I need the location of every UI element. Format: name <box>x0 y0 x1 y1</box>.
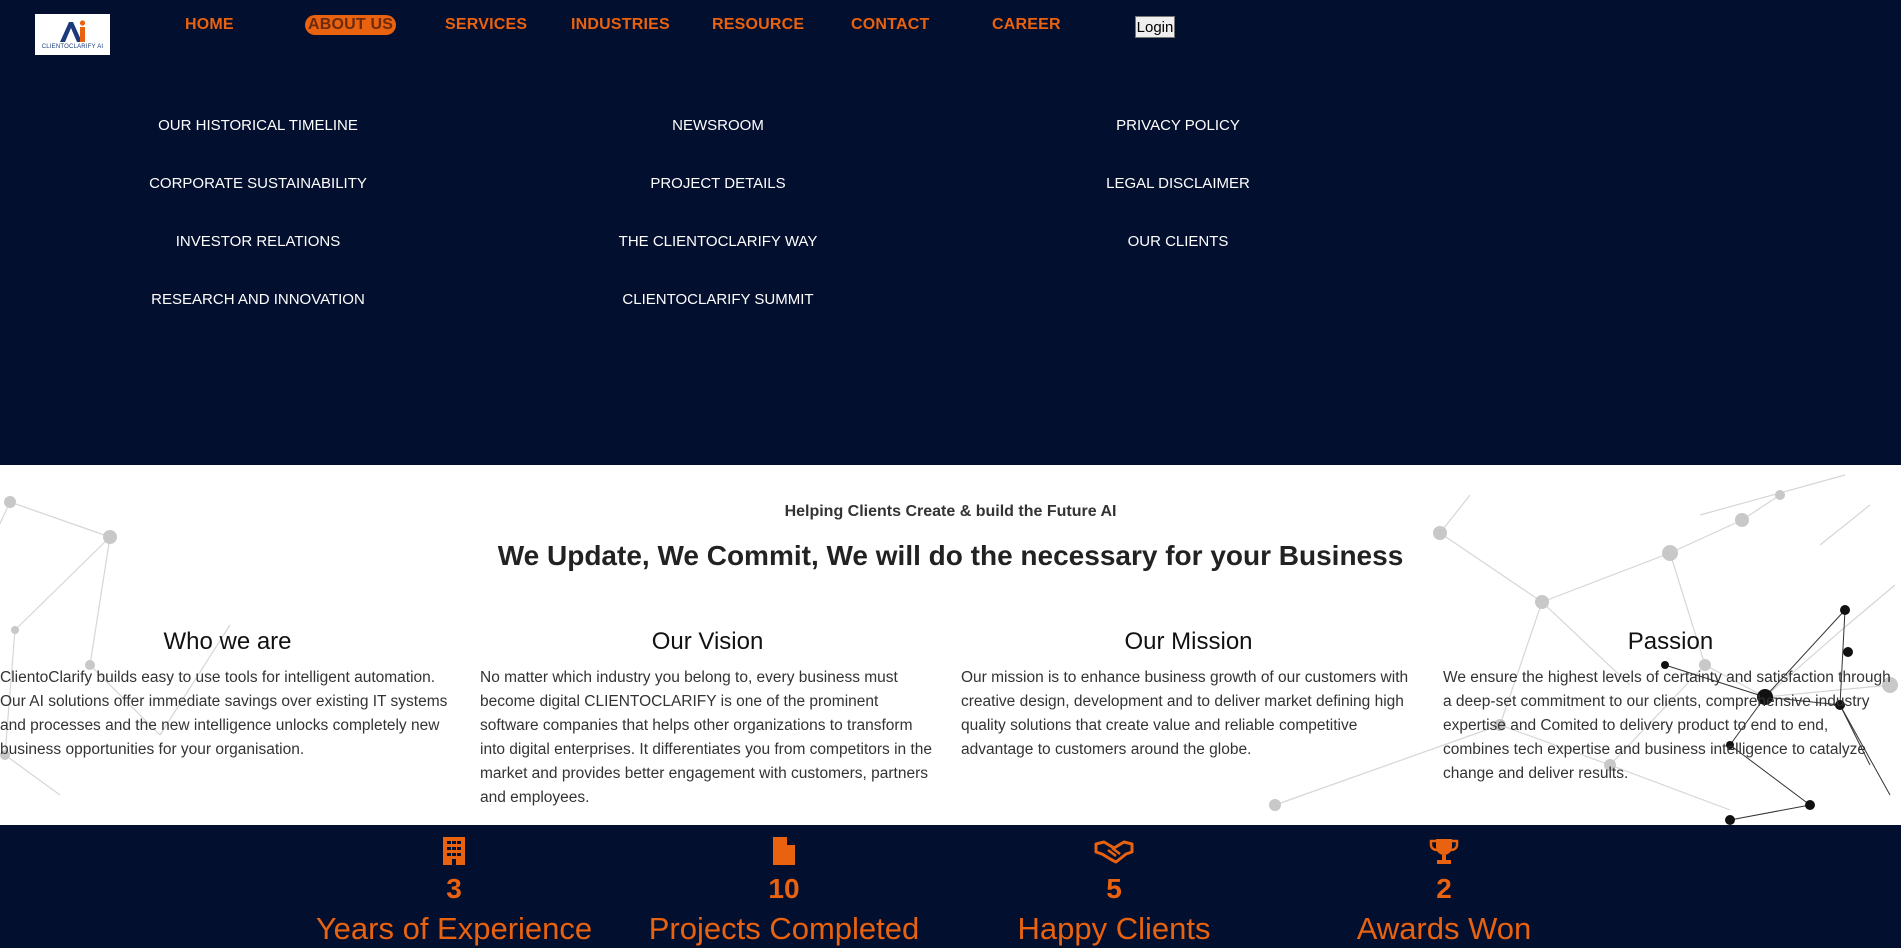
menu-item-our-clients[interactable]: OUR CLIENTS <box>1018 232 1338 290</box>
stat-projects: 10 Projects Completed <box>634 825 934 947</box>
who-we-are-title: Who we are <box>163 628 292 655</box>
stat-clients-value: 5 <box>1106 873 1122 904</box>
our-vision-column: Our Vision No matter which industry you … <box>480 628 935 810</box>
stat-awards: 2 Awards Won <box>1294 825 1594 947</box>
our-mission-title: Our Mission <box>1124 628 1253 655</box>
trophy-icon <box>1294 831 1594 871</box>
our-vision-text: No matter which industry you belong to, … <box>480 669 933 806</box>
menu-item-project-details[interactable]: PROJECT DETAILS <box>558 174 878 232</box>
about-section: Helping Clients Create & build the Futur… <box>0 465 1901 825</box>
stat-projects-label: Projects Completed <box>648 911 920 946</box>
passion-title: Passion <box>1627 628 1714 655</box>
about-headline: We Update, We Commit, We will do the nec… <box>497 540 1404 571</box>
stat-experience: 3 Years of Experience <box>304 825 604 947</box>
nav-about-us[interactable]: ABOUT US <box>305 15 397 35</box>
our-vision-title: Our Vision <box>651 628 764 655</box>
login-button[interactable]: Login <box>1135 16 1175 38</box>
passion-column: Passion We ensure the highest levels of … <box>1443 628 1898 786</box>
nav-services[interactable]: SERVICES <box>445 16 527 34</box>
nav-home[interactable]: HOME <box>185 16 234 34</box>
who-we-are-column: Who we are ClientoClarify builds easy to… <box>0 628 455 762</box>
our-mission-text: Our mission is to enhance business growt… <box>961 669 1409 758</box>
stat-projects-value: 10 <box>768 873 800 904</box>
nav-resource[interactable]: RESOURCE <box>712 16 804 34</box>
nav-industries[interactable]: INDUSTRIES <box>571 16 670 34</box>
stat-clients: 5 Happy Clients <box>964 825 1264 947</box>
menu-item-historical-timeline[interactable]: OUR HISTORICAL TIMELINE <box>98 116 418 174</box>
document-icon <box>634 831 934 871</box>
who-we-are-text: ClientoClarify builds easy to use tools … <box>0 669 448 758</box>
nav-contact[interactable]: CONTACT <box>851 16 929 34</box>
about-menu-column-3: PRIVACY POLICY LEGAL DISCLAIMER OUR CLIE… <box>1018 116 1338 290</box>
stat-experience-value: 3 <box>446 873 462 904</box>
menu-item-corporate-sustainability[interactable]: CORPORATE SUSTAINABILITY <box>98 174 418 232</box>
main-nav: HOME ABOUT US SERVICES INDUSTRIES RESOUR… <box>0 0 1901 50</box>
stat-experience-label: Years of Experience <box>315 911 593 946</box>
our-mission-column: Our Mission Our mission is to enhance bu… <box>961 628 1416 762</box>
menu-item-legal-disclaimer[interactable]: LEGAL DISCLAIMER <box>1018 174 1338 232</box>
stat-awards-label: Awards Won <box>1356 911 1532 946</box>
menu-item-privacy-policy[interactable]: PRIVACY POLICY <box>1018 116 1338 174</box>
passion-text: We ensure the highest levels of certaint… <box>1443 669 1891 782</box>
menu-item-clientoclarify-way[interactable]: THE CLIENTOCLARIFY WAY <box>558 232 878 290</box>
handshake-icon <box>964 831 1264 871</box>
about-tagline: Helping Clients Create & build the Futur… <box>784 503 1117 520</box>
menu-item-investor-relations[interactable]: INVESTOR RELATIONS <box>98 232 418 290</box>
menu-item-research-innovation[interactable]: RESEARCH AND INNOVATION <box>98 290 418 348</box>
about-menu-column-2: NEWSROOM PROJECT DETAILS THE CLIENTOCLAR… <box>558 116 878 348</box>
stat-awards-value: 2 <box>1436 873 1452 904</box>
stat-clients-label: Happy Clients <box>1017 911 1211 946</box>
menu-item-clientoclarify-summit[interactable]: CLIENTOCLARIFY SUMMIT <box>558 290 878 348</box>
menu-item-newsroom[interactable]: NEWSROOM <box>558 116 878 174</box>
nav-career[interactable]: CAREER <box>992 16 1061 34</box>
stats-section: 3 Years of Experience 10 Projects Comple… <box>0 825 1901 948</box>
site-header: CLIENTOCLARIFY AI HOME ABOUT US SERVICES… <box>0 0 1901 465</box>
about-menu-column-1: OUR HISTORICAL TIMELINE CORPORATE SUSTAI… <box>98 116 418 348</box>
building-icon <box>304 831 604 871</box>
